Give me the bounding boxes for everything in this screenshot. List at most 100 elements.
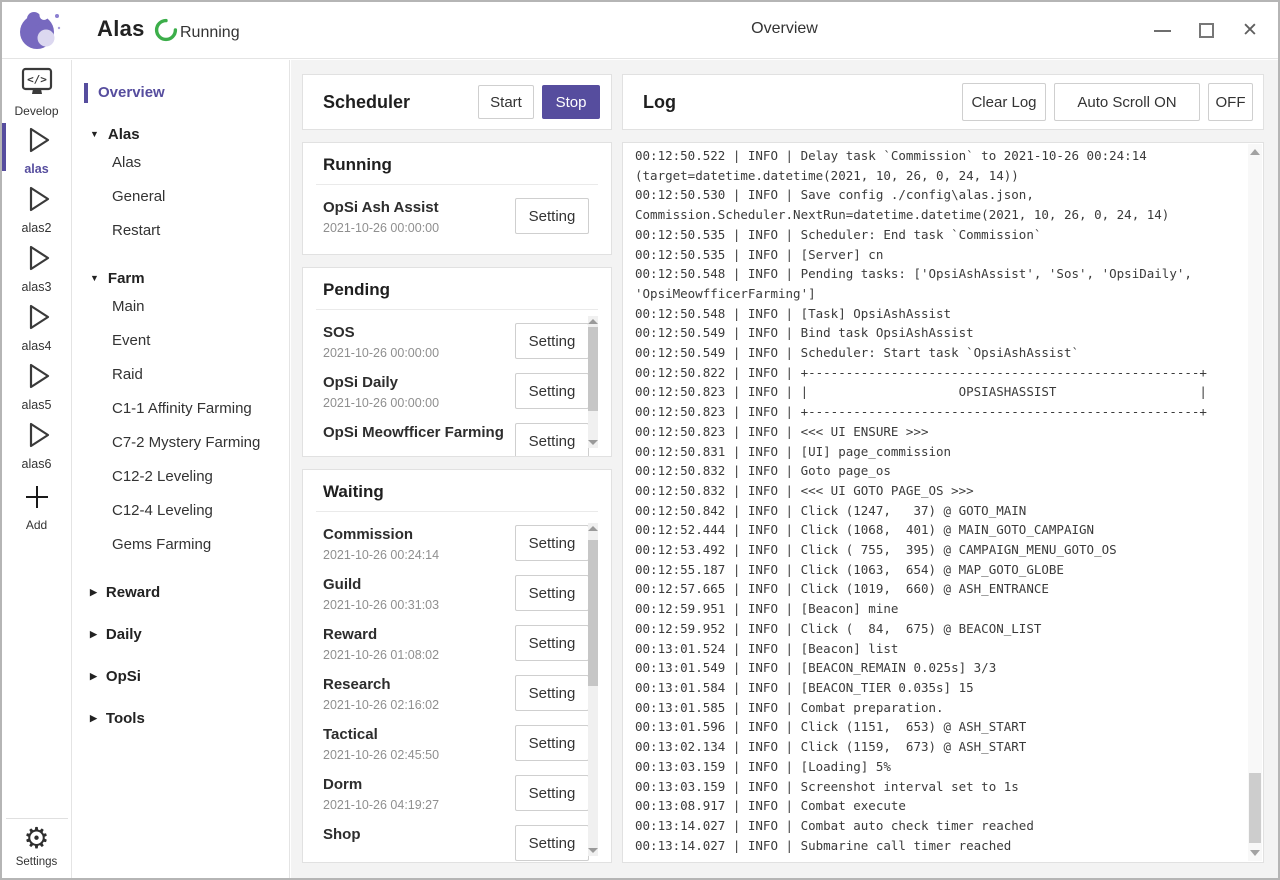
nav-item[interactable]: C1-1 Affinity Farming [72, 392, 289, 426]
nav-item[interactable]: Tools [72, 708, 289, 730]
log-line: 00:12:50.522 | INFO | Delay task `Commis… [635, 146, 1241, 166]
minimize-button[interactable] [1140, 2, 1184, 59]
task-name: Commission [323, 525, 513, 544]
task-setting-button[interactable]: Setting [515, 775, 589, 811]
task-next-run-time: 2021-10-26 00:00:00 [323, 221, 513, 235]
sidebar-instance-item[interactable]: alas5 [2, 356, 71, 415]
log-line: 00:12:50.549 | INFO | Bind task OpsiAshA… [635, 323, 1241, 343]
app-logo-icon [16, 7, 62, 58]
add-instance-button[interactable]: Add [2, 474, 71, 532]
task-setting-button[interactable]: Setting [515, 423, 589, 457]
task-setting-button[interactable]: Setting [515, 825, 589, 861]
sidebar-instance-item[interactable]: alas4 [2, 297, 71, 356]
nav-item[interactable]: Gems Farming [72, 528, 289, 562]
nav-item[interactable]: Overview [72, 82, 289, 104]
task-name: SOS [323, 323, 513, 342]
scroll-down-icon[interactable] [588, 848, 598, 853]
log-line: Commission.Scheduler.NextRun=datetime.da… [635, 205, 1241, 225]
task-row: Research 2021-10-26 02:16:02 Setting [303, 670, 611, 720]
nav-item[interactable]: C7-2 Mystery Farming [72, 426, 289, 460]
log-line: 00:12:50.831 | INFO | [UI] page_commissi… [635, 442, 1241, 462]
sidebar-instance-item[interactable]: alas2 [2, 179, 71, 238]
log-line: 00:13:01.585 | INFO | Combat preparation… [635, 698, 1241, 718]
nav-item[interactable]: Daily [72, 624, 289, 646]
task-setting-button[interactable]: Setting [515, 323, 589, 359]
task-setting-button[interactable]: Setting [515, 675, 589, 711]
scroll-up-icon[interactable] [588, 319, 598, 324]
nav-item[interactable]: Main [72, 290, 289, 324]
running-spinner-icon [154, 18, 178, 47]
nav-item-label: Raid [112, 366, 143, 383]
nav-item-label: Farm [108, 270, 145, 287]
page-title: Overview [291, 20, 1278, 38]
scrollbar-thumb[interactable] [588, 327, 598, 411]
task-info: OpSi Daily 2021-10-26 00:00:00 [323, 373, 513, 418]
log-line: 00:12:50.535 | INFO | Scheduler: End tas… [635, 225, 1241, 245]
waiting-scrollbar[interactable] [588, 523, 598, 856]
log-scrollbar[interactable] [1248, 144, 1262, 861]
log-line: 00:12:50.823 | INFO | +-----------------… [635, 402, 1241, 422]
nav-item[interactable]: Alas [72, 146, 289, 180]
log-line: 00:12:50.549 | INFO | Scheduler: Start t… [635, 343, 1241, 363]
task-name: OpSi Ash Assist [323, 198, 513, 217]
log-output: 00:12:50.522 | INFO | Delay task `Commis… [635, 146, 1241, 860]
nav-item[interactable]: OpSi [72, 666, 289, 688]
scroll-up-icon[interactable] [588, 526, 598, 531]
task-setting-button[interactable]: Setting [515, 625, 589, 661]
nav-item[interactable]: Farm [72, 268, 289, 290]
auto-scroll-on-button[interactable]: Auto Scroll ON [1054, 83, 1200, 121]
log-line: 00:12:50.832 | INFO | <<< UI GOTO PAGE_O… [635, 481, 1241, 501]
nav-item[interactable]: Raid [72, 358, 289, 392]
clear-log-button[interactable]: Clear Log [962, 83, 1046, 121]
scheduler-stop-button[interactable]: Stop [542, 85, 600, 119]
task-name: Tactical [323, 725, 513, 744]
task-info: Tactical 2021-10-26 02:45:50 [323, 725, 513, 770]
scrollbar-thumb[interactable] [588, 540, 598, 686]
task-row: OpSi Ash Assist 2021-10-26 00:00:00 Sett… [303, 193, 611, 243]
sidebar-instance-item[interactable]: alas6 [2, 415, 71, 474]
maximize-button[interactable] [1184, 2, 1228, 59]
scrollbar-thumb[interactable] [1249, 773, 1261, 843]
status-label: Running [180, 24, 240, 42]
scroll-up-icon[interactable] [1250, 149, 1260, 155]
instance-label: alas5 [22, 398, 52, 412]
sidebar-instance-item[interactable]: alas3 [2, 238, 71, 297]
log-output-card: 00:12:50.522 | INFO | Delay task `Commis… [622, 142, 1264, 863]
waiting-title: Waiting [303, 470, 611, 502]
play-icon [22, 125, 52, 160]
play-icon [22, 420, 52, 455]
pending-scrollbar[interactable] [588, 316, 598, 448]
task-row: SOS 2021-10-26 00:00:00 Setting [303, 318, 611, 368]
log-title: Log [643, 92, 954, 113]
nav-item[interactable]: Reward [72, 582, 289, 604]
task-next-run-time: 2021-10-26 01:08:02 [323, 648, 513, 662]
scroll-down-icon[interactable] [1250, 850, 1260, 856]
task-setting-button[interactable]: Setting [515, 575, 589, 611]
close-button[interactable]: ✕ [1228, 2, 1272, 59]
log-line: 00:13:01.596 | INFO | Click (1151, 653) … [635, 717, 1241, 737]
task-info: OpSi Ash Assist 2021-10-26 00:00:00 [323, 198, 513, 243]
nav-item[interactable]: Restart [72, 214, 289, 248]
nav-item-label: C12-2 Leveling [112, 468, 213, 485]
nav-item[interactable]: General [72, 180, 289, 214]
sidebar-item-develop[interactable]: </> Develop [2, 60, 71, 120]
scroll-down-icon[interactable] [588, 440, 598, 445]
task-setting-button[interactable]: Setting [515, 725, 589, 761]
scheduler-start-button[interactable]: Start [478, 85, 534, 119]
nav-item[interactable]: Event [72, 324, 289, 358]
running-card: Running OpSi Ash Assist 2021-10-26 00:00… [302, 142, 612, 255]
nav-item[interactable]: Alas [72, 124, 289, 146]
task-row: Reward 2021-10-26 01:08:02 Setting [303, 620, 611, 670]
nav-item[interactable]: C12-4 Leveling [72, 494, 289, 528]
task-setting-button[interactable]: Setting [515, 373, 589, 409]
nav-item[interactable]: C12-2 Leveling [72, 460, 289, 494]
task-setting-button[interactable]: Setting [515, 198, 589, 234]
task-setting-button[interactable]: Setting [515, 525, 589, 561]
waiting-list: Commission 2021-10-26 00:24:14 Setting G… [303, 512, 611, 863]
auto-scroll-off-button[interactable]: OFF [1208, 83, 1253, 121]
log-line: 'OpsiMeowfficerFarming'] [635, 284, 1241, 304]
log-line: (target=datetime.datetime(2021, 10, 26, … [635, 166, 1241, 186]
sidebar-instance-item[interactable]: alas [2, 120, 71, 179]
sidebar-item-settings[interactable]: ⚙ Settings [6, 818, 68, 878]
task-next-run-time: 2021-10-26 00:00:00 [323, 346, 513, 360]
